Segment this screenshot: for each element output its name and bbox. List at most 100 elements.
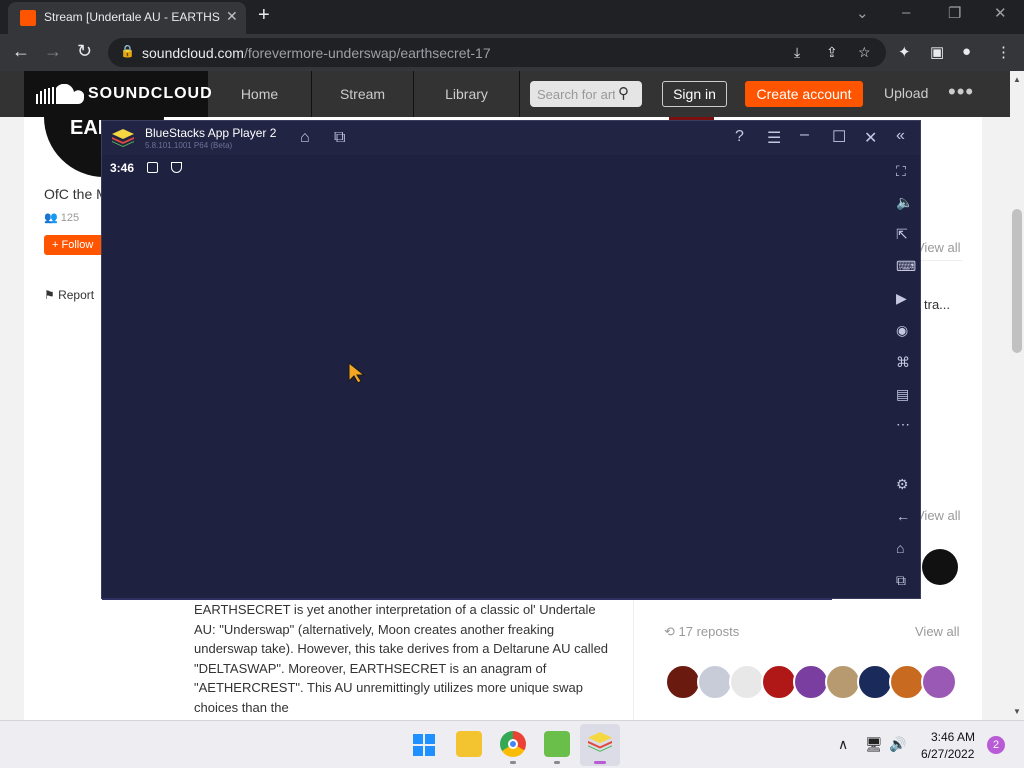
notification-badge[interactable]: 2 xyxy=(987,736,1005,754)
bluestacks-taskbar-highlight[interactable] xyxy=(580,724,620,766)
volume-icon[interactable]: 🔈 xyxy=(896,194,913,211)
scroll-thumb[interactable] xyxy=(1012,209,1022,353)
mouse-cursor-icon xyxy=(348,362,366,384)
chrome-menu-icon[interactable]: ⋮ xyxy=(996,43,1011,61)
soundcloud-header: SOUNDCLOUD Home Stream Library Search fo… xyxy=(0,71,1010,117)
nav-library[interactable]: Library xyxy=(414,71,520,117)
back-icon[interactable]: ← xyxy=(12,41,30,62)
gamepad-icon[interactable]: ⌘ xyxy=(896,354,910,371)
repost-avatar[interactable] xyxy=(697,664,733,700)
follow-button[interactable]: + Follow xyxy=(44,235,104,255)
soundcloud-logo[interactable]: SOUNDCLOUD xyxy=(24,71,212,117)
page-scrollbar[interactable]: ▲ ▼ xyxy=(1010,71,1024,720)
help-icon[interactable]: ? xyxy=(735,128,744,146)
soundcloud-favicon-icon xyxy=(20,10,36,26)
bluestacks-bottom-edge xyxy=(102,598,832,600)
more-options-icon[interactable]: ••• xyxy=(948,79,974,105)
windows-taskbar: ∧ 🖥 🔊 3:46 AM 6/27/2022 2 xyxy=(0,720,1024,768)
repost-avatar[interactable] xyxy=(857,664,893,700)
show-hidden-icons-icon[interactable]: ∧ xyxy=(838,736,848,753)
repost-avatar[interactable] xyxy=(729,664,765,700)
nav-home[interactable]: Home xyxy=(208,71,312,117)
apk-icon[interactable]: ▤ xyxy=(896,386,909,403)
reload-icon[interactable]: ↻ xyxy=(77,41,92,62)
more-tools-icon[interactable]: ⋯ xyxy=(896,416,910,433)
view-all-likes-link[interactable]: View all xyxy=(916,240,961,255)
forward-icon[interactable]: → xyxy=(44,41,62,62)
repost-avatar[interactable] xyxy=(921,664,957,700)
tab-search-icon[interactable]: ⌄ xyxy=(856,4,869,22)
home-icon[interactable]: ⌂ xyxy=(300,129,310,147)
minimize-icon[interactable]: – xyxy=(902,4,910,21)
notes-app-icon[interactable] xyxy=(544,731,570,757)
volume-icon[interactable]: 🔊 xyxy=(889,736,906,753)
chrome-icon[interactable] xyxy=(500,731,526,757)
keyboard-icon[interactable]: ⌨ xyxy=(896,258,916,275)
settings-icon[interactable]: ⚙ xyxy=(896,476,909,493)
nav-stream[interactable]: Stream xyxy=(312,71,414,117)
notification-a-icon xyxy=(147,162,158,173)
record-icon[interactable]: ◉ xyxy=(896,322,908,339)
bookmark-star-icon[interactable]: ☆ xyxy=(858,44,871,61)
repost-avatar[interactable] xyxy=(665,664,701,700)
new-tab-icon[interactable]: + xyxy=(258,4,270,27)
fullscreen-icon[interactable]: ⛶ xyxy=(896,163,906,180)
user-name[interactable]: OfC the M xyxy=(44,186,102,202)
file-explorer-icon[interactable] xyxy=(456,731,482,757)
multi-instance-icon[interactable]: ⧉ xyxy=(334,129,345,147)
clock-date[interactable]: 6/27/2022 xyxy=(921,747,974,761)
network-icon[interactable]: 🖥 xyxy=(865,736,883,753)
bluestacks-active-indicator xyxy=(594,761,606,764)
collapse-sidebar-icon[interactable]: « xyxy=(896,127,905,145)
bluestacks-title-bar[interactable]: BlueStacks App Player 2 5.8.101.1001 P64… xyxy=(102,121,920,155)
follower-avatar[interactable] xyxy=(922,549,958,585)
lock-icon: 🔒 xyxy=(120,44,135,58)
side-panel-icon[interactable]: ▣ xyxy=(930,43,944,61)
browser-tab[interactable]: Stream [Undertale AU - EARTHSECRET] ✕ xyxy=(8,2,246,34)
minimize-icon[interactable]: – xyxy=(800,126,809,144)
close-window-icon[interactable]: ✕ xyxy=(994,4,1007,22)
create-account-button[interactable]: Create account xyxy=(745,81,863,107)
tab-title: Stream [Undertale AU - EARTHSECRET] xyxy=(44,10,220,24)
track-title-truncated[interactable]: tra... xyxy=(924,297,950,312)
scroll-up-icon[interactable]: ▲ xyxy=(1013,75,1021,84)
repost-avatar[interactable] xyxy=(793,664,829,700)
followers-count[interactable]: 👥 125 xyxy=(44,211,79,224)
repost-avatar[interactable] xyxy=(889,664,925,700)
install-icon[interactable]: ⤓ xyxy=(794,44,800,61)
tab-close-icon[interactable]: ✕ xyxy=(226,8,238,25)
recent-apps-icon[interactable]: ⧉ xyxy=(896,572,906,589)
profile-icon[interactable]: ● xyxy=(962,43,971,60)
maximize-icon[interactable]: ☐ xyxy=(832,127,846,147)
android-home-icon[interactable]: ⌂ xyxy=(896,540,904,556)
repost-icon: ⟲ xyxy=(664,624,679,639)
search-icon[interactable]: ⚲ xyxy=(618,84,629,102)
menu-icon[interactable]: ☰ xyxy=(767,128,781,148)
report-link[interactable]: ⚑ Report xyxy=(44,288,94,302)
scroll-down-icon[interactable]: ▼ xyxy=(1013,707,1021,716)
url-text: soundcloud.com/forevermore-underswap/ear… xyxy=(142,45,491,61)
back-icon[interactable]: ← xyxy=(896,508,910,524)
sign-in-button[interactable]: Sign in xyxy=(662,81,727,107)
pointer-icon[interactable]: ⇱ xyxy=(896,226,908,243)
repost-avatar[interactable] xyxy=(761,664,797,700)
browser-titlebar: Stream [Undertale AU - EARTHSECRET] ✕ + … xyxy=(0,0,1024,34)
track-description: EARTHSECRET is yet another interpretatio… xyxy=(194,602,609,715)
clock-time[interactable]: 3:46 AM xyxy=(931,730,975,744)
repost-avatar[interactable] xyxy=(825,664,861,700)
view-all-reposts-link[interactable]: View all xyxy=(915,624,960,639)
bluestacks-window[interactable]: BlueStacks App Player 2 5.8.101.1001 P64… xyxy=(102,121,920,600)
share-icon[interactable]: ⇪ xyxy=(826,44,838,61)
upload-link[interactable]: Upload xyxy=(884,85,928,101)
extensions-icon[interactable]: ✦ xyxy=(898,43,911,61)
macro-icon[interactable]: ▶ xyxy=(896,290,907,307)
reposts-count[interactable]: ⟲ 17 reposts xyxy=(664,624,739,640)
browser-toolbar: ← → ↻ 🔒 soundcloud.com/forevermore-under… xyxy=(0,34,1024,71)
soundcloud-logo-text: SOUNDCLOUD xyxy=(88,85,213,102)
windows-start-icon[interactable] xyxy=(413,734,435,756)
view-all-following-link[interactable]: View all xyxy=(916,508,961,523)
address-bar[interactable]: 🔒 soundcloud.com/forevermore-underswap/e… xyxy=(108,38,886,67)
search-input[interactable]: Search for artists ⚲ xyxy=(530,81,642,107)
restore-icon[interactable]: ❐ xyxy=(948,4,961,22)
close-icon[interactable]: ✕ xyxy=(864,128,877,148)
